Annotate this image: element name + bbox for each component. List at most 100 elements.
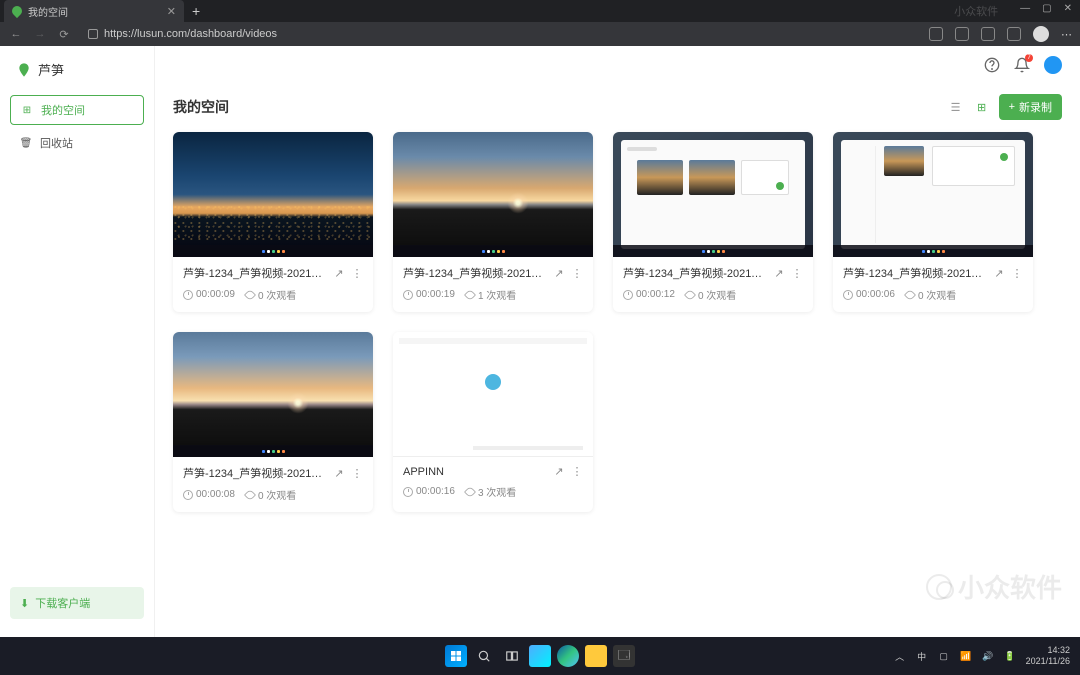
grid-view-button[interactable]: ⊞ [973, 98, 991, 116]
store-icon[interactable]: 🗔 [613, 645, 635, 667]
battery-icon[interactable]: 🔋 [1004, 650, 1016, 662]
reading-list-icon[interactable] [929, 27, 943, 41]
video-duration: 00:00:09 [196, 289, 235, 300]
video-duration: 00:00:08 [196, 489, 235, 500]
file-explorer-icon[interactable] [585, 645, 607, 667]
ime-icon[interactable]: 中 [916, 650, 928, 662]
menu-icon[interactable]: ⋯ [1061, 28, 1072, 41]
video-title: APPINN [403, 466, 547, 478]
brand-name: 芦笋 [38, 60, 64, 79]
share-icon[interactable]: ↗ [333, 467, 345, 480]
clock-icon [843, 290, 853, 300]
favorites-icon[interactable] [981, 27, 995, 41]
windows-taskbar: 🗔 ︿ 中 ▢ 📶 🔊 🔋 14:32 2021/11/26 [0, 637, 1080, 675]
share-icon[interactable]: ↗ [993, 267, 1005, 280]
lock-icon [88, 29, 98, 39]
video-card[interactable]: 芦笋-1234_芦笋视频-20211126 ↗ ⋮ 00:00:09 0 次观看 [173, 132, 373, 312]
user-avatar[interactable] [1044, 56, 1062, 74]
profile-avatar[interactable] [1033, 26, 1049, 42]
eye-icon [904, 288, 916, 300]
collections-icon[interactable] [1007, 27, 1021, 41]
forward-button[interactable]: → [32, 26, 48, 42]
video-title: 芦笋-1234_芦笋视频-20211126 [183, 465, 327, 481]
eye-icon [464, 288, 476, 300]
video-views: 0 次观看 [918, 287, 956, 302]
video-views: 1 次观看 [478, 287, 516, 302]
brand-logo[interactable]: 芦笋 [6, 56, 148, 93]
new-tab-button[interactable]: + [184, 3, 208, 19]
video-title: 芦笋-1234_芦笋视频-20211126 [843, 265, 987, 281]
close-button[interactable]: ✕ [1064, 3, 1072, 19]
video-views: 0 次观看 [258, 287, 296, 302]
watermark-top: 小众软件 [954, 3, 998, 19]
sidebar-label: 我的空间 [41, 102, 85, 118]
clock-icon [403, 290, 413, 300]
more-icon[interactable]: ⋮ [571, 267, 583, 280]
download-client-button[interactable]: ⬇ 下载客户端 [10, 587, 144, 619]
sidebar: 芦笋 ⊞ 我的空间 🗑 回收站 ⬇ 下载客户端 [0, 46, 155, 637]
video-card[interactable]: 芦笋-1234_芦笋视频-20211126↗⋮00:00:120 次观看 [613, 132, 813, 312]
video-card[interactable]: 芦笋-1234_芦笋视频-20211126 ↗ ⋮ 00:00:19 1 次观看 [393, 132, 593, 312]
video-card[interactable]: 芦笋-1234_芦笋视频-20211126↗⋮00:00:080 次观看 [173, 332, 373, 512]
browser-titlebar: 我的空间 ✕ + 小众软件 — ▢ ✕ [0, 0, 1080, 22]
notification-icon[interactable]: 7 [1014, 57, 1030, 73]
browser-toolbar: ← → ⟳ https://lusun.com/dashboard/videos… [0, 22, 1080, 46]
more-icon[interactable]: ⋮ [1011, 267, 1023, 280]
close-icon[interactable]: ✕ [167, 5, 176, 18]
new-record-button[interactable]: + 新录制 [999, 94, 1062, 120]
trash-icon: 🗑 [20, 137, 32, 149]
minimize-button[interactable]: — [1020, 3, 1030, 19]
url-text[interactable]: https://lusun.com/dashboard/videos [104, 28, 277, 40]
share-icon[interactable]: ↗ [773, 267, 785, 280]
more-icon[interactable]: ⋮ [351, 267, 363, 280]
eye-icon [684, 288, 696, 300]
share-icon[interactable]: ↗ [553, 465, 565, 478]
share-icon[interactable]: ↗ [333, 267, 345, 280]
sidebar-item-myspace[interactable]: ⊞ 我的空间 [10, 95, 144, 125]
more-icon[interactable]: ⋮ [351, 467, 363, 480]
task-view-icon[interactable] [501, 645, 523, 667]
eye-icon [244, 488, 256, 500]
leaf-icon [16, 62, 32, 78]
refresh-button[interactable]: ⟳ [56, 26, 72, 42]
video-card[interactable]: APPINN↗⋮00:00:163 次观看 [393, 332, 593, 512]
list-view-button[interactable]: ☰ [947, 98, 965, 116]
new-record-label: 新录制 [1019, 99, 1052, 115]
plus-icon: + [1009, 101, 1015, 113]
more-icon[interactable]: ⋮ [791, 267, 803, 280]
sidebar-item-trash[interactable]: 🗑 回收站 [10, 129, 144, 157]
widgets-icon[interactable] [529, 645, 551, 667]
video-card[interactable]: 芦笋-1234_芦笋视频-20211126↗⋮00:00:060 次观看 [833, 132, 1033, 312]
back-button[interactable]: ← [8, 26, 24, 42]
extensions-icon[interactable] [955, 27, 969, 41]
notification-badge: 7 [1025, 54, 1033, 62]
help-icon[interactable] [984, 57, 1000, 73]
browser-tab[interactable]: 我的空间 ✕ [4, 0, 184, 22]
video-views: 3 次观看 [478, 484, 516, 499]
watermark: 小众软件 [926, 568, 1062, 605]
more-icon[interactable]: ⋮ [571, 465, 583, 478]
edge-icon[interactable] [557, 645, 579, 667]
clock-icon [183, 490, 193, 500]
maximize-button[interactable]: ▢ [1042, 3, 1051, 19]
download-icon: ⬇ [20, 597, 29, 610]
time-text: 14:32 [1026, 645, 1070, 656]
clock-icon [623, 290, 633, 300]
grid-icon: ⊞ [21, 104, 33, 116]
video-duration: 00:00:19 [416, 289, 455, 300]
wifi-icon[interactable]: 📶 [960, 650, 972, 662]
start-button[interactable] [445, 645, 467, 667]
clock-icon [183, 290, 193, 300]
wechat-icon [926, 574, 952, 600]
chevron-up-icon[interactable]: ︿ [894, 650, 906, 662]
clock-icon [403, 487, 413, 497]
video-title: 芦笋-1234_芦笋视频-20211126 [403, 265, 547, 281]
search-icon[interactable] [473, 645, 495, 667]
cast-icon[interactable]: ▢ [938, 650, 950, 662]
main-content: 7 我的空间 ☰ ⊞ + 新录制 芦笋-1234_芦笋视频-20211126↗⋮… [155, 46, 1080, 637]
share-icon[interactable]: ↗ [553, 267, 565, 280]
video-title: 芦笋-1234_芦笋视频-20211126 [183, 265, 327, 281]
watermark-text: 小众软件 [958, 568, 1062, 605]
clock[interactable]: 14:32 2021/11/26 [1026, 645, 1070, 667]
volume-icon[interactable]: 🔊 [982, 650, 994, 662]
